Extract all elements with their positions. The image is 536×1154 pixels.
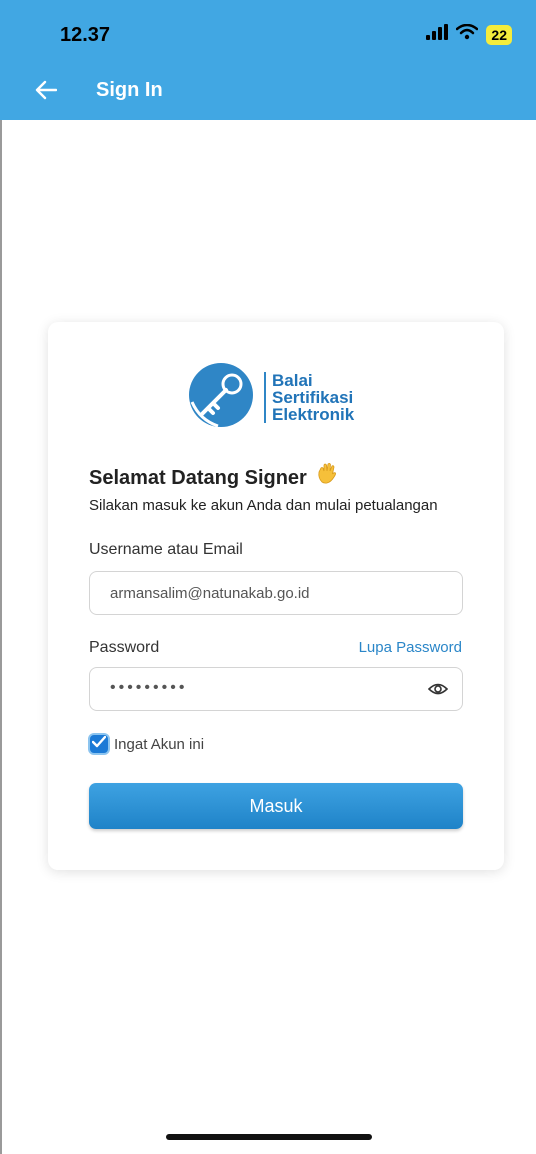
welcome-heading: Selamat Datang Signer bbox=[89, 462, 338, 490]
key-emblem-icon bbox=[188, 362, 254, 433]
window-edge bbox=[0, 120, 2, 1154]
username-label: Username atau Email bbox=[89, 541, 243, 558]
username-value: armansalim@natunakab.go.id bbox=[110, 585, 310, 602]
logo-line-2: Sertifikasi bbox=[272, 388, 354, 407]
arrow-left-icon bbox=[35, 80, 58, 105]
forgot-password-link[interactable]: Lupa Password bbox=[359, 639, 462, 656]
eye-icon[interactable] bbox=[427, 680, 449, 703]
remember-label: Ingat Akun ini bbox=[114, 735, 205, 753]
password-mask: ••••••••• bbox=[110, 679, 188, 696]
remember-me: Ingat Akun ini bbox=[88, 733, 204, 755]
status-bar: 12.37 22 bbox=[0, 0, 536, 64]
username-field[interactable]: armansalim@natunakab.go.id bbox=[89, 571, 463, 615]
app-bar: Sign In bbox=[0, 64, 536, 120]
login-card: Balai Sertifikasi Elektronik Selamat Dat… bbox=[48, 322, 504, 870]
status-time: 12.37 bbox=[60, 24, 111, 46]
bsre-logo: Balai Sertifikasi Elektronik bbox=[188, 362, 354, 433]
back-button[interactable] bbox=[30, 76, 62, 108]
login-button[interactable]: Masuk bbox=[89, 783, 463, 829]
password-field[interactable]: ••••••••• bbox=[89, 667, 463, 711]
remember-checkbox[interactable] bbox=[88, 733, 110, 755]
page-title: Sign In bbox=[96, 79, 163, 101]
wifi-icon bbox=[456, 23, 479, 45]
signal-icon bbox=[426, 24, 449, 45]
welcome-subtitle: Silakan masuk ke akun Anda dan mulai pet… bbox=[89, 497, 438, 514]
logo-line-3: Elektronik bbox=[272, 405, 355, 424]
check-icon bbox=[91, 735, 107, 753]
home-indicator[interactable] bbox=[166, 1134, 372, 1140]
logo-text: Balai Sertifikasi Elektronik bbox=[264, 372, 354, 423]
waving-hand-icon bbox=[316, 462, 338, 490]
welcome-text: Selamat Datang Signer bbox=[89, 467, 307, 489]
password-label: Password bbox=[89, 639, 160, 656]
logo-line-1: Balai bbox=[272, 371, 313, 390]
status-icons: 22 bbox=[426, 23, 512, 45]
battery-indicator: 22 bbox=[486, 24, 512, 45]
